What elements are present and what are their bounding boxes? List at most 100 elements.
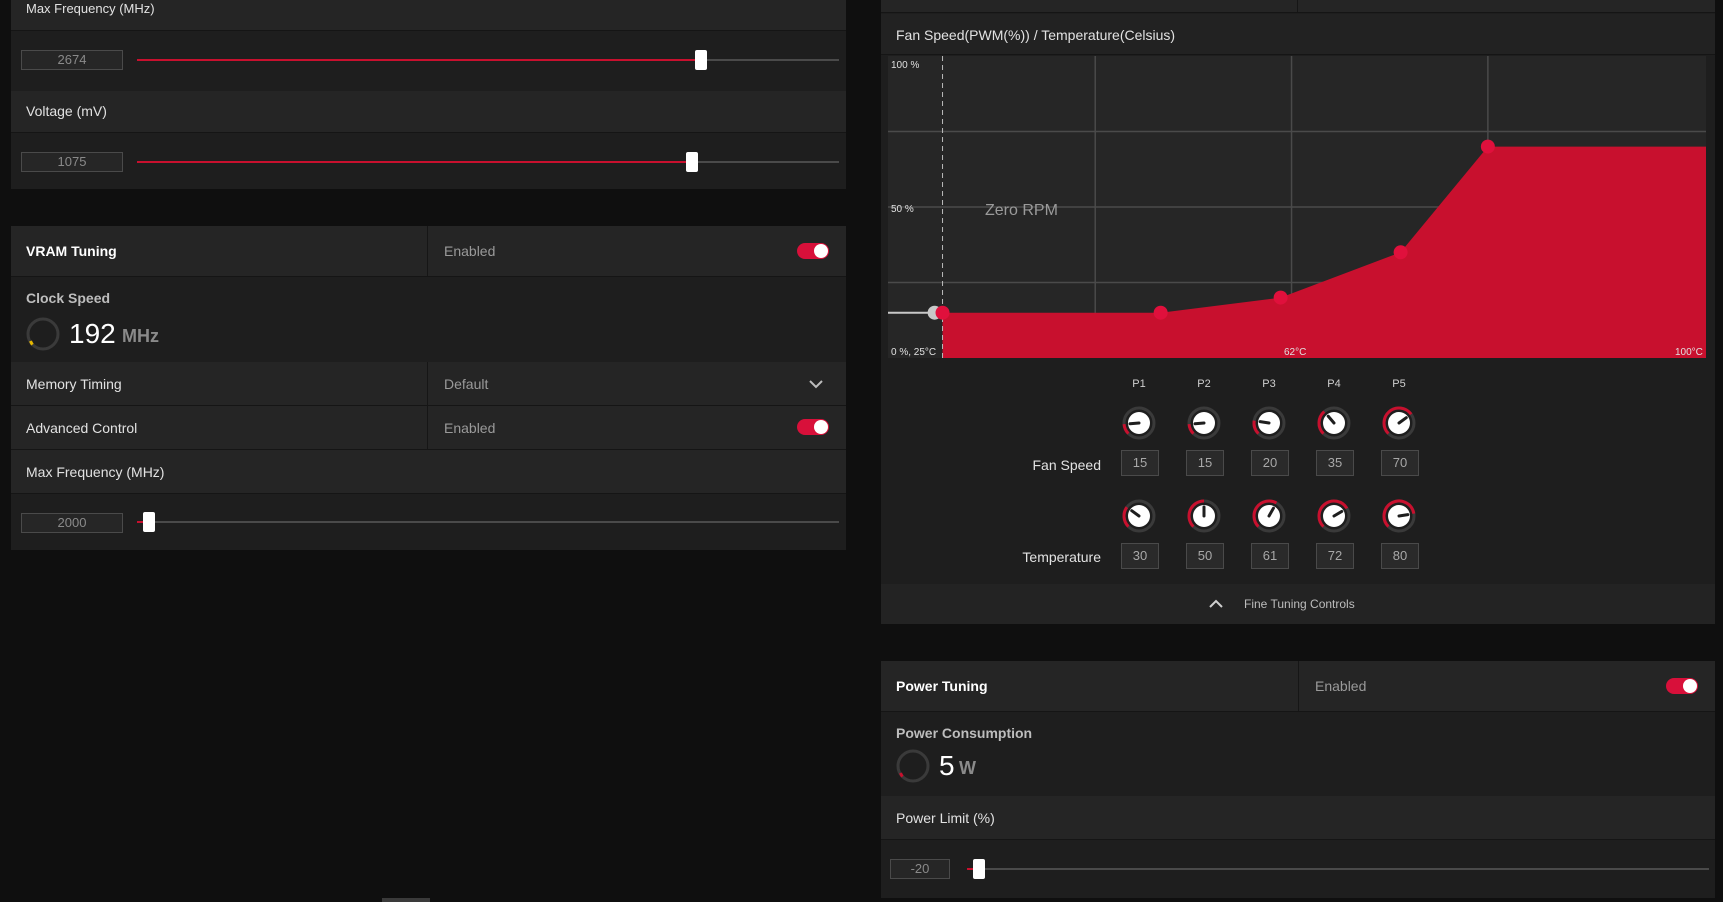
memory-timing-label: Memory Timing	[26, 376, 122, 392]
voltage-slider[interactable]	[137, 152, 839, 172]
fan-speed-knob-p3[interactable]	[1251, 405, 1287, 441]
clock-speed-unit: MHz	[122, 326, 159, 346]
power-consumption-value: 5	[939, 750, 955, 781]
fan-curve-point-p2[interactable]	[1153, 305, 1168, 320]
vram-title: VRAM Tuning	[26, 243, 117, 259]
fan-chart-header: Fan Speed(PWM(%)) / Temperature(Celsius)	[881, 14, 1715, 55]
fan-speed-knob-p1[interactable]	[1121, 405, 1157, 441]
fan-top-divider	[1297, 0, 1298, 12]
voltage-slider-thumb[interactable]	[686, 152, 698, 172]
fan-point-controls: Fan Speed Temperature P1 15 30 P2 15 50 P3 20 61…	[881, 372, 1715, 572]
power-limit-slider[interactable]	[967, 859, 1709, 879]
power-status: Enabled	[1315, 678, 1367, 694]
temperature-knob-p2[interactable]	[1186, 498, 1222, 534]
advanced-control-divider	[427, 406, 428, 449]
point-label-p3: P3	[1262, 378, 1276, 390]
temperature-knob-p1[interactable]	[1121, 498, 1157, 534]
fan-speed-knob-p5[interactable]	[1381, 405, 1417, 441]
vram-tuning-panel: VRAM Tuning Enabled Clock Speed 192 MHz …	[11, 226, 846, 550]
voltage-label: Voltage (mV)	[26, 103, 107, 119]
temperature-knob-p3[interactable]	[1251, 498, 1287, 534]
power-limit-input[interactable]: -20	[890, 859, 950, 879]
power-header-divider	[1298, 661, 1299, 711]
advanced-control-toggle[interactable]	[797, 419, 829, 435]
fan-speed-input-p2[interactable]: 15	[1186, 450, 1224, 476]
x-mid-tick-label: 62°C	[1284, 347, 1306, 358]
vram-header-row: VRAM Tuning Enabled	[11, 226, 846, 277]
max-frequency-row: Max Frequency (MHz)	[11, 0, 846, 31]
memory-timing-row[interactable]: Memory Timing Default	[11, 362, 846, 406]
fan-speed-input-p4[interactable]: 35	[1316, 450, 1354, 476]
gpu-tuning-panel: Max Frequency (MHz) 2674 Voltage (mV) 10…	[11, 0, 846, 189]
clock-speed-gauge	[26, 317, 60, 351]
power-limit-label: Power Limit (%)	[896, 810, 995, 826]
vram-max-frequency-row: Max Frequency (MHz)	[11, 450, 846, 494]
advanced-control-label: Advanced Control	[26, 420, 138, 436]
fan-tuning-panel: Fan Speed(PWM(%)) / Temperature(Celsius)…	[881, 0, 1715, 624]
vram-max-frequency-input[interactable]: 2000	[21, 513, 123, 533]
fan-curve-point-p3[interactable]	[1273, 290, 1288, 305]
fan-curve-point-p5[interactable]	[1480, 139, 1495, 154]
scroll-indicator[interactable]	[382, 898, 430, 902]
vram-toggle-knob	[814, 244, 828, 258]
power-limit-slider-thumb[interactable]	[973, 859, 985, 879]
temperature-knob-p4[interactable]	[1316, 498, 1352, 534]
fine-tuning-bar[interactable]: Fine Tuning Controls	[881, 584, 1715, 624]
power-consumption-label: Power Consumption	[896, 725, 1033, 741]
temperature-input-p5[interactable]: 80	[1381, 543, 1419, 569]
fan-speed-knob-p2[interactable]	[1186, 405, 1222, 441]
fan-top-strip	[881, 0, 1715, 13]
y-top-tick-label: 100 %	[891, 60, 919, 71]
power-toggle[interactable]	[1666, 678, 1698, 694]
advanced-control-row: Advanced Control Enabled	[11, 406, 846, 450]
voltage-row: Voltage (mV)	[11, 91, 846, 133]
power-tuning-panel: Power Tuning Enabled Power Consumption 5…	[881, 661, 1715, 898]
temperature-input-p1[interactable]: 30	[1121, 543, 1159, 569]
vram-max-frequency-slider[interactable]	[137, 512, 839, 532]
fan-curve-point-p4[interactable]	[1393, 245, 1408, 260]
origin-tick-label: 0 %, 25°C	[891, 347, 936, 358]
fan-speed-input-p3[interactable]: 20	[1251, 450, 1289, 476]
fan-speed-input-p5[interactable]: 70	[1381, 450, 1419, 476]
fan-curve-point-p1[interactable]	[935, 305, 950, 320]
temperature-row-label: Temperature	[1022, 549, 1101, 565]
power-consumption-unit: W	[959, 758, 976, 778]
memory-timing-select[interactable]: Default	[444, 376, 488, 392]
point-label-p5: P5	[1392, 378, 1406, 390]
chevron-down-icon[interactable]	[808, 379, 824, 389]
temperature-knob-p5[interactable]	[1381, 498, 1417, 534]
vram-max-frequency-slider-thumb[interactable]	[143, 512, 155, 532]
max-frequency-slider[interactable]	[137, 50, 839, 70]
clock-speed-section: Clock Speed 192 MHz	[11, 277, 846, 362]
temperature-input-p2[interactable]: 50	[1186, 543, 1224, 569]
fan-chart-title: Fan Speed(PWM(%)) / Temperature(Celsius)	[896, 27, 1176, 43]
power-header-row: Power Tuning Enabled	[881, 661, 1715, 712]
clock-speed-value: 192	[69, 318, 116, 349]
advanced-control-status: Enabled	[444, 420, 496, 436]
max-frequency-slider-thumb[interactable]	[695, 50, 707, 70]
vram-status: Enabled	[444, 243, 496, 259]
clock-speed-label: Clock Speed	[26, 290, 111, 306]
power-title: Power Tuning	[896, 678, 988, 694]
power-consumption-gauge	[896, 749, 930, 783]
fan-speed-input-p1[interactable]: 15	[1121, 450, 1159, 476]
fine-tuning-label[interactable]: Fine Tuning Controls	[1244, 597, 1355, 611]
point-label-p2: P2	[1197, 378, 1211, 390]
power-consumption-section: Power Consumption 5 W	[881, 712, 1715, 796]
voltage-input[interactable]: 1075	[21, 152, 123, 172]
y-mid-tick-label: 50 %	[891, 204, 914, 215]
temperature-input-p3[interactable]: 61	[1251, 543, 1289, 569]
voltage-slider-fill	[137, 161, 692, 163]
vram-toggle[interactable]	[797, 243, 829, 259]
zero-rpm-annotation: Zero RPM	[985, 202, 1058, 219]
point-label-p4: P4	[1327, 378, 1341, 390]
max-frequency-input[interactable]: 2674	[21, 50, 123, 70]
max-frequency-slider-fill	[137, 59, 701, 61]
max-frequency-label: Max Frequency (MHz)	[26, 1, 155, 16]
vram-max-frequency-label: Max Frequency (MHz)	[26, 464, 165, 480]
fan-curve-chart[interactable]: Zero RPM 100 % 50 % 0 %, 25°C 62°C 100°C	[888, 56, 1706, 358]
temperature-input-p4[interactable]: 72	[1316, 543, 1354, 569]
point-label-p1: P1	[1132, 378, 1146, 390]
fan-speed-knob-p4[interactable]	[1316, 405, 1352, 441]
chevron-up-icon[interactable]	[1209, 599, 1223, 608]
